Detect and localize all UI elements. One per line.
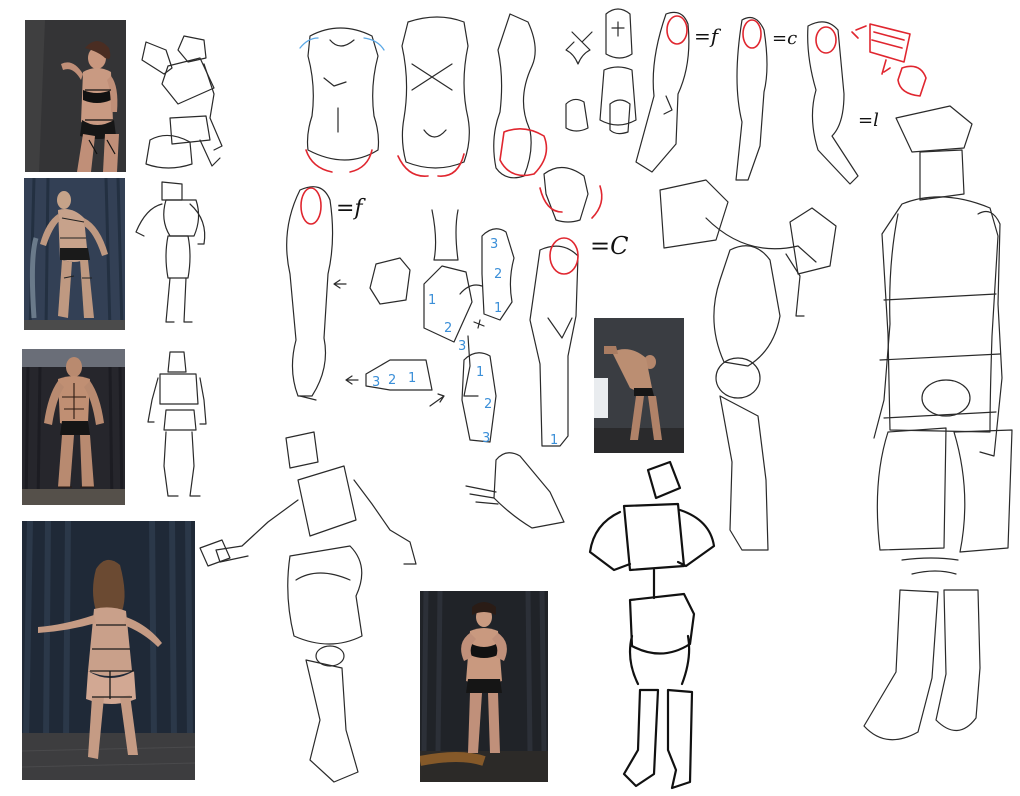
torso-study-side: [493, 13, 548, 179]
mannequin-sketch-1: [141, 35, 223, 169]
leg-number: 1: [476, 365, 485, 380]
annotation-eq-c-2: =C: [590, 232, 629, 260]
leg-number: 2: [444, 321, 453, 336]
study-sheet: =f =c =l =f =C 3 2 1 1 2 3 1 2 3 3 2 1 1: [0, 0, 1020, 796]
annotation-eq-f-2: =f: [336, 196, 363, 221]
reference-photo-2: [24, 178, 125, 330]
leg-number: 1: [550, 433, 559, 448]
leg-study-right: [529, 166, 603, 447]
leg-number: 2: [388, 373, 397, 388]
torso-study-back: [397, 16, 470, 177]
leg-number: 3: [458, 339, 467, 354]
reference-photo-5: [594, 318, 684, 453]
full-mannequin-front: [863, 105, 1013, 741]
annotation-eq-f-1: =f: [694, 24, 719, 48]
arm-study-2: [735, 17, 768, 181]
leg-number: 1: [494, 301, 503, 316]
rib-cage-study: [565, 31, 631, 135]
mannequin-walking: [199, 431, 417, 783]
leg-number: 1: [428, 293, 437, 308]
mannequin-sketch-3: [147, 351, 207, 497]
leg-number: 2: [484, 397, 493, 412]
head-neck-study: [599, 8, 637, 126]
leg-number: 3: [490, 237, 499, 252]
arm-study-3: [807, 21, 927, 185]
reference-photo-1: [25, 20, 126, 172]
reference-photo-3: [22, 349, 125, 505]
leg-number: 2: [494, 267, 503, 282]
leg-number: 3: [482, 431, 491, 446]
mannequin-reaching: [659, 179, 837, 551]
mannequin-hands-on-hips: [588, 460, 716, 790]
leg-number: 1: [408, 371, 417, 386]
arm-study-1: [635, 11, 690, 173]
leg-number: 3: [372, 375, 381, 390]
mannequin-sketch-2: [135, 181, 206, 323]
reference-photo-6: [420, 591, 548, 782]
torso-study-front: [299, 27, 385, 173]
reference-photo-4: [22, 521, 195, 780]
foot-study: [465, 452, 565, 529]
annotation-eq-c-1: =c: [772, 28, 798, 49]
annotation-eq-l: =l: [858, 110, 879, 131]
